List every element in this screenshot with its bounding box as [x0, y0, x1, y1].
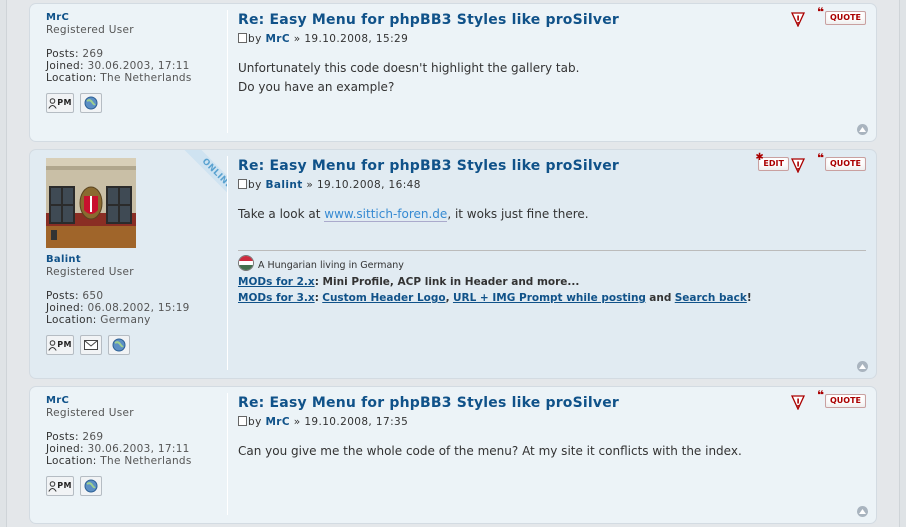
post-title[interactable]: Re: Easy Menu for phpBB3 Styles like pro… [238, 12, 866, 29]
back-to-top-icon[interactable] [857, 124, 868, 135]
post-profile: MrC Registered User Posts: 269 Joined: 3… [46, 395, 226, 496]
author-link[interactable]: Balint [265, 179, 302, 191]
profile-divider [227, 393, 228, 515]
warning-icon [790, 11, 805, 27]
back-to-top-icon[interactable] [857, 506, 868, 517]
post-buttons: ❝ QUOTE [789, 6, 866, 27]
author-link[interactable]: MrC [265, 416, 290, 428]
profile-joined: Joined: 30.06.2003, 17:11 [46, 60, 190, 72]
post-body: Re: Easy Menu for phpBB3 Styles like pro… [238, 395, 866, 461]
post-author-line: by MrC » 19.10.2008, 17:35 [238, 416, 866, 428]
profile-location: Location: The Netherlands [46, 455, 192, 467]
profile-location: Location: The Netherlands [46, 72, 192, 84]
user-rank: Registered User [46, 266, 134, 278]
user-rank: Registered User [46, 24, 134, 36]
post-buttons: ✱ EDIT ❝ QUOTE [755, 152, 866, 173]
profile-divider [227, 156, 228, 370]
pm-button[interactable]: PM [46, 93, 74, 113]
profile-posts: Posts: 269 [46, 48, 104, 60]
post-icon [238, 33, 247, 43]
post-body: Re: Easy Menu for phpBB3 Styles like pro… [238, 158, 866, 306]
hungary-flag-icon [238, 255, 254, 271]
post-content: Take a look at www.sittich-foren.de, it … [238, 207, 589, 222]
author-link[interactable]: MrC [265, 33, 290, 45]
post-icon [238, 416, 247, 426]
website-button[interactable] [80, 93, 102, 113]
post-buttons: ❝ QUOTE [789, 389, 866, 410]
globe-icon [84, 96, 98, 110]
custom-header-logo-link[interactable]: Custom Header Logo [322, 292, 445, 304]
post-author-line: by Balint » 19.10.2008, 16:48 [238, 179, 866, 191]
user-icon [48, 97, 57, 109]
signature: A Hungarian living in Germany MODs for 2… [238, 250, 866, 306]
window-frame-left [0, 0, 7, 527]
post-profile: Balint Registered User Posts: 650 Joined… [46, 158, 226, 355]
post-3: MrC Registered User Posts: 269 Joined: 3… [29, 386, 877, 524]
globe-icon [112, 338, 126, 352]
post-title[interactable]: Re: Easy Menu for phpBB3 Styles like pro… [238, 395, 866, 412]
envelope-icon [84, 340, 98, 350]
warning-icon [790, 394, 805, 410]
profile-divider [227, 10, 228, 133]
mods-3x-link[interactable]: MODs for 3.x [238, 292, 315, 304]
post-1: MrC Registered User Posts: 269 Joined: 3… [29, 3, 877, 142]
author-link[interactable]: MrC [46, 395, 226, 407]
website-button[interactable] [80, 476, 102, 496]
post-2: ONLINE Balint Registered User Posts: 650 [29, 149, 877, 379]
post-icon [238, 179, 247, 189]
profile-joined: Joined: 06.08.2002, 15:19 [46, 302, 190, 314]
email-button[interactable] [80, 335, 102, 355]
website-button[interactable] [108, 335, 130, 355]
profile-posts: Posts: 650 [46, 290, 104, 302]
post-content: Can you give me the whole code of the me… [238, 444, 742, 458]
pm-button[interactable]: PM [46, 335, 74, 355]
post-content: Unfortunately this code doesn't highligh… [238, 61, 580, 94]
window-frame-right [899, 0, 906, 527]
post-body: Re: Easy Menu for phpBB3 Styles like pro… [238, 12, 866, 97]
quote-button[interactable]: ❝ QUOTE [817, 152, 866, 171]
post-author-line: by MrC » 19.10.2008, 15:29 [238, 33, 866, 45]
mods-2x-link[interactable]: MODs for 2.x [238, 276, 315, 288]
quote-button[interactable]: ❝ QUOTE [817, 6, 866, 25]
profile-posts: Posts: 269 [46, 431, 104, 443]
pm-button[interactable]: PM [46, 476, 74, 496]
user-icon [48, 480, 57, 492]
avatar [46, 158, 136, 248]
globe-icon [84, 479, 98, 493]
search-back-link[interactable]: Search back [675, 292, 747, 304]
warning-icon [790, 157, 805, 173]
report-button[interactable] [789, 394, 807, 410]
post-profile: MrC Registered User Posts: 269 Joined: 3… [46, 12, 226, 113]
profile-joined: Joined: 30.06.2003, 17:11 [46, 443, 190, 455]
profile-location: Location: Germany [46, 314, 151, 326]
forum-link[interactable]: www.sittich-foren.de [324, 207, 448, 222]
report-button[interactable] [789, 11, 807, 27]
user-icon [48, 339, 57, 351]
author-link[interactable]: MrC [46, 12, 226, 24]
back-to-top-icon[interactable] [857, 361, 868, 372]
quote-button[interactable]: ❝ QUOTE [817, 389, 866, 408]
report-button[interactable] [789, 157, 807, 173]
edit-button[interactable]: ✱ EDIT [755, 152, 789, 171]
url-img-prompt-link[interactable]: URL + IMG Prompt while posting [453, 292, 646, 304]
user-rank: Registered User [46, 407, 134, 419]
author-link[interactable]: Balint [46, 254, 226, 266]
